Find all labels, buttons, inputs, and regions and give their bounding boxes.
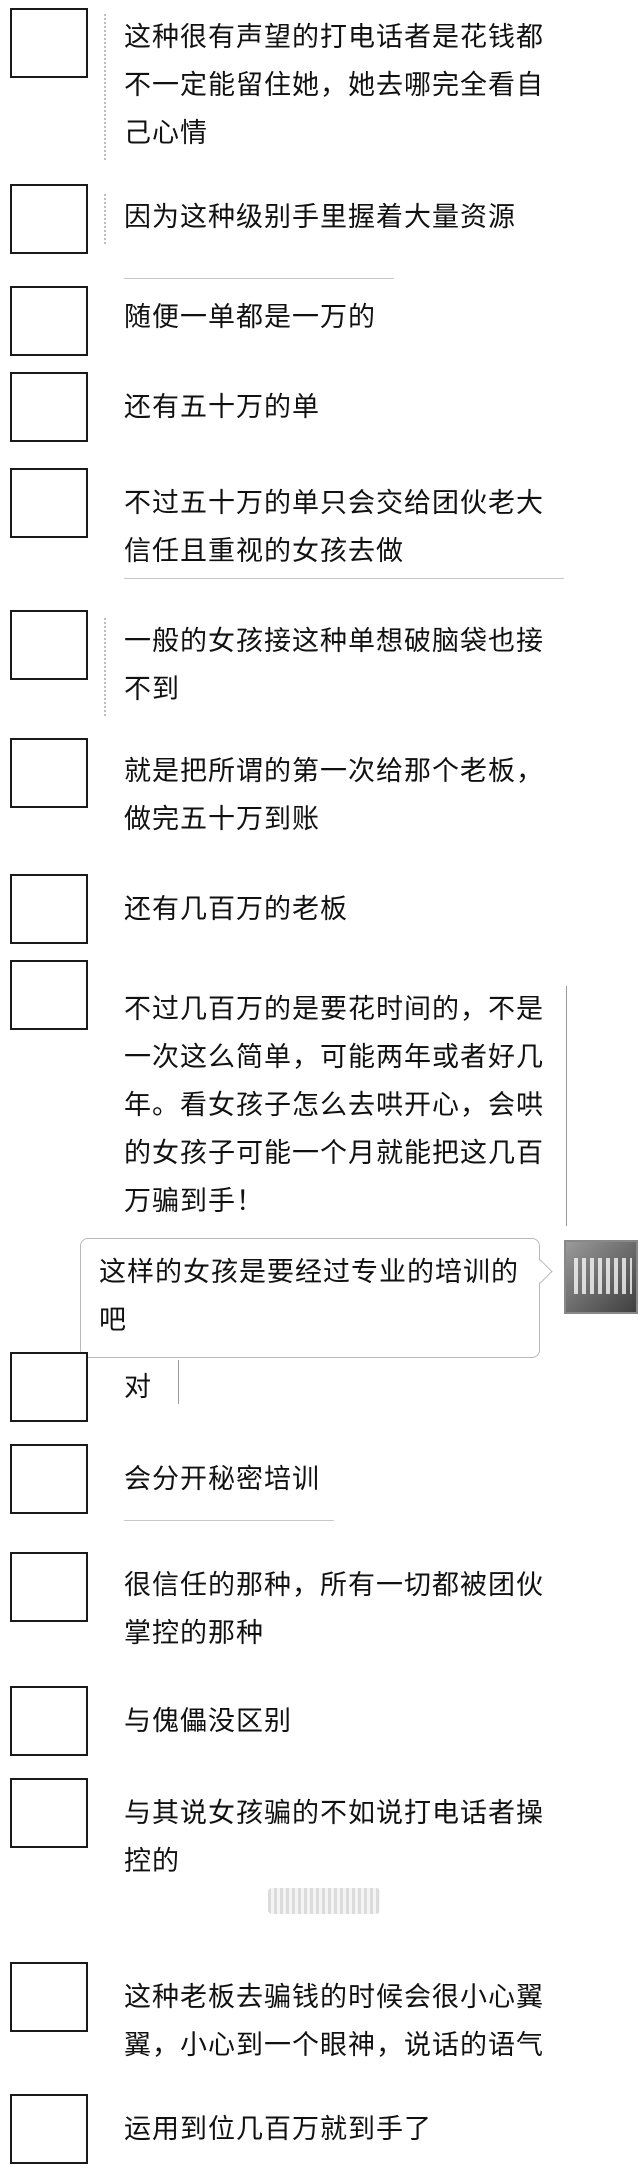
divider-line xyxy=(124,1520,334,1521)
message-bubble: 运用到位几百万就到手了 xyxy=(124,2114,432,2145)
contact-avatar[interactable] xyxy=(10,610,88,680)
contact-avatar[interactable] xyxy=(10,286,88,356)
contact-avatar[interactable] xyxy=(10,2094,88,2164)
divider-line xyxy=(124,278,394,279)
message-bubble: 一般的女孩接这种单想破脑袋也接不到 xyxy=(104,608,574,726)
contact-avatar[interactable] xyxy=(10,738,88,808)
message-bubble: 就是把所谓的第一次给那个老板，做完五十万到账 xyxy=(124,756,544,835)
contact-avatar[interactable] xyxy=(10,960,88,1030)
contact-avatar[interactable] xyxy=(10,1352,88,1422)
contact-avatar[interactable] xyxy=(10,1444,88,1514)
message-bubble: 会分开秘密培训 xyxy=(124,1464,320,1495)
self-avatar[interactable] xyxy=(564,1240,638,1314)
contact-avatar[interactable] xyxy=(10,1686,88,1756)
message-bubble: 很信任的那种，所有一切都被团伙掌控的那种 xyxy=(124,1570,544,1649)
time-divider xyxy=(268,1888,380,1914)
bubble-edge xyxy=(178,1360,179,1404)
message-bubble: 不过几百万的是要花时间的，不是一次这么简单，可能两年或者好几年。看女孩子怎么去哄… xyxy=(124,994,544,1217)
contact-avatar[interactable] xyxy=(10,1778,88,1848)
message-bubble: 因为这种级别手里握着大量资源 xyxy=(104,184,534,254)
message-bubble: 这种很有声望的打电话者是花钱都不一定能留住她，她去哪完全看自己心情 xyxy=(104,4,574,170)
contact-avatar[interactable] xyxy=(10,184,88,254)
contact-avatar[interactable] xyxy=(10,8,88,78)
message-bubble: 还有几百万的老板 xyxy=(124,894,348,925)
chat-transcript: 这种很有声望的打电话者是花钱都不一定能留住她，她去哪完全看自己心情 因为这种级别… xyxy=(0,0,640,2168)
message-bubble: 与其说女孩骗的不如说打电话者操控的 xyxy=(124,1798,544,1877)
message-bubble: 这种老板去骗钱的时候会很小心翼翼，小心到一个眼神，说话的语气 xyxy=(124,1982,544,2061)
self-message-bubble: 这样的女孩是要经过专业的培训的吧 xyxy=(80,1238,540,1358)
contact-avatar[interactable] xyxy=(10,1552,88,1622)
avatar-image xyxy=(574,1258,632,1294)
message-bubble: 不过五十万的单只会交给团伙老大信任且重视的女孩去做 xyxy=(124,488,544,567)
contact-avatar[interactable] xyxy=(10,468,88,538)
divider-line xyxy=(124,578,564,579)
message-bubble: 随便一单都是一万的 xyxy=(124,302,376,333)
message-bubble: 对 xyxy=(124,1372,152,1403)
contact-avatar[interactable] xyxy=(10,874,88,944)
message-bubble: 与傀儡没区别 xyxy=(124,1706,292,1737)
bubble-edge xyxy=(566,986,567,1226)
message-bubble: 还有五十万的单 xyxy=(124,392,320,423)
contact-avatar[interactable] xyxy=(10,1962,88,2032)
contact-avatar[interactable] xyxy=(10,372,88,442)
